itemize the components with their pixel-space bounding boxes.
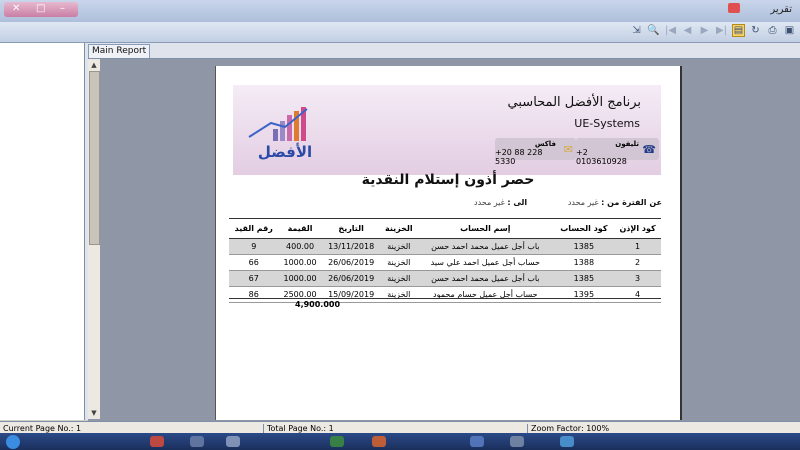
cell-entry: 67 — [229, 270, 279, 287]
vertical-scrollbar[interactable]: ▲ ▼ — [88, 59, 100, 419]
period-from-label: عن الفترة من : — [601, 198, 662, 207]
table-header-row: كود الإذن كود الحساب إسم الحساب الخزينة … — [229, 218, 661, 239]
cell-value: 400.00 — [278, 238, 322, 255]
scroll-up-icon[interactable]: ▲ — [88, 61, 100, 71]
phone-icon: ☎ — [642, 143, 656, 156]
report-header: برنامج الأفضل المحاسبي UE-Systems ☎ تليف… — [233, 85, 661, 175]
col-account-name: إسم الحساب — [417, 218, 554, 239]
logo-text: الأفضل — [258, 143, 312, 161]
phone-box: ☎ تليفون +2 0103610928 — [576, 138, 659, 166]
cell-account-name: حساب أجل عميل حسام محمود — [417, 286, 554, 303]
period-filter: عن الفترة من : غير محدد الى : غير محدد — [474, 198, 662, 207]
cell-date: 13/11/2018 — [321, 238, 381, 255]
fax-icon: ✉ — [563, 143, 573, 156]
phone-label: تليفون — [615, 140, 639, 148]
minimize-icon[interactable]: – — [60, 3, 65, 14]
table-row: 4 1395 حساب أجل عميل حسام محمود الخزينة … — [229, 286, 661, 303]
table-row: 3 1385 باب أجل عميل محمد احمد حسن الخزين… — [229, 270, 661, 287]
col-permit: كود الإذن — [614, 218, 661, 239]
cell-value: 1000.00 — [278, 254, 322, 271]
cell-account-code: 1385 — [553, 270, 615, 287]
col-treasury: الخزينة — [380, 218, 417, 239]
cell-permit: 3 — [614, 270, 661, 287]
start-button-icon[interactable] — [6, 435, 20, 449]
total-page-status: Total Page No.: 1 — [267, 424, 334, 433]
cell-permit: 2 — [614, 254, 661, 271]
scroll-thumb[interactable] — [89, 71, 100, 245]
export-icon[interactable]: ⇲ — [630, 24, 643, 37]
cell-entry: 86 — [229, 286, 279, 303]
cell-account-name: باب أجل عميل محمد احمد حسن — [417, 238, 554, 255]
first-page-icon[interactable]: |◀ — [664, 24, 677, 37]
taskbar-app-icon[interactable] — [560, 436, 574, 447]
print-icon[interactable]: ⎙ — [766, 24, 779, 37]
maximize-icon[interactable]: □ — [36, 3, 45, 14]
cell-value: 1000.00 — [278, 270, 322, 287]
cell-account-code: 1388 — [553, 254, 615, 271]
cell-entry: 9 — [229, 238, 279, 255]
col-value: القيمة — [278, 218, 322, 239]
current-page-status: Current Page No.: 1 — [3, 424, 82, 433]
col-account-code: كود الحساب — [553, 218, 615, 239]
page-setup-icon[interactable]: ▣ — [783, 24, 796, 37]
cell-entry: 66 — [229, 254, 279, 271]
phone-value: +2 0103610928 — [576, 148, 627, 166]
col-date: التاريخ — [321, 218, 381, 239]
refresh-icon[interactable]: ↻ — [749, 24, 762, 37]
cell-date: 26/06/2019 — [321, 254, 381, 271]
taskbar-app-icon[interactable] — [330, 436, 344, 447]
cell-permit: 4 — [614, 286, 661, 303]
group-tree-panel[interactable] — [0, 43, 85, 420]
company-logo: الأفضل — [248, 107, 312, 161]
app-icon — [728, 3, 740, 13]
taskbar-app-icon[interactable] — [470, 436, 484, 447]
total-divider — [229, 298, 661, 299]
prev-page-icon[interactable]: ◀ — [681, 24, 694, 37]
tab-main-report[interactable]: Main Report — [88, 44, 151, 59]
fax-value: +20 88 228 5330 — [495, 148, 543, 166]
cell-account-code: 1385 — [553, 238, 615, 255]
window-titlebar: ✕ □ – تقرير — [0, 0, 800, 23]
taskbar-app-icon[interactable] — [150, 436, 164, 447]
table-row: 1 1385 باب أجل عميل محمد احمد حسن الخزين… — [229, 238, 661, 255]
report-title: حصر أذون إستلام النقدية — [361, 172, 535, 188]
table-row: 2 1388 حساب أجل عميل احمد علي سيد الخزين… — [229, 254, 661, 271]
scroll-down-icon[interactable]: ▼ — [88, 409, 100, 419]
fax-box: ✉ فاكس +20 88 228 5330 — [495, 138, 576, 166]
cell-account-name: باب أجل عميل محمد احمد حسن — [417, 270, 554, 287]
taskbar-app-icon[interactable] — [226, 436, 240, 447]
find-icon[interactable]: 🔍 — [647, 24, 660, 37]
report-page: برنامج الأفضل المحاسبي UE-Systems ☎ تليف… — [215, 66, 682, 420]
next-page-icon[interactable]: ▶ — [698, 24, 711, 37]
toggle-tree-icon[interactable]: ▤ — [732, 24, 745, 37]
period-from-value: غير محدد — [567, 198, 599, 207]
cell-treasury: الخزينة — [380, 238, 417, 255]
close-icon[interactable]: ✕ — [12, 3, 20, 14]
period-to-label: الى : — [507, 198, 528, 207]
period-to-value: غير محدد — [474, 198, 505, 207]
cell-account-code: 1395 — [553, 286, 615, 303]
os-taskbar — [0, 433, 800, 450]
report-toolbar: ⇲ 🔍 |◀ ◀ ▶ ▶| ▤ ↻ ⎙ ▣ — [0, 22, 800, 43]
cell-treasury: الخزينة — [380, 254, 417, 271]
col-entry: رقم القيد — [229, 218, 279, 239]
company-name-ar: برنامج الأفضل المحاسبي — [507, 95, 641, 110]
cell-date: 26/06/2019 — [321, 270, 381, 287]
receipts-table: كود الإذن كود الحساب إسم الحساب الخزينة … — [229, 218, 661, 303]
cell-treasury: الخزينة — [380, 286, 417, 303]
zoom-status: Zoom Factor: 100% — [531, 424, 610, 433]
cell-account-name: حساب أجل عميل احمد علي سيد — [417, 254, 554, 271]
company-name-en: UE-Systems — [574, 117, 640, 130]
taskbar-app-icon[interactable] — [510, 436, 524, 447]
taskbar-app-icon[interactable] — [372, 436, 386, 447]
fax-label: فاكس — [534, 140, 556, 148]
cell-treasury: الخزينة — [380, 270, 417, 287]
taskbar-app-icon[interactable] — [190, 436, 204, 447]
total-value: 4,900.000 — [295, 300, 341, 309]
cell-permit: 1 — [614, 238, 661, 255]
last-page-icon[interactable]: ▶| — [715, 24, 728, 37]
window-title: تقرير — [770, 4, 792, 15]
window-controls[interactable]: ✕ □ – — [4, 2, 78, 17]
